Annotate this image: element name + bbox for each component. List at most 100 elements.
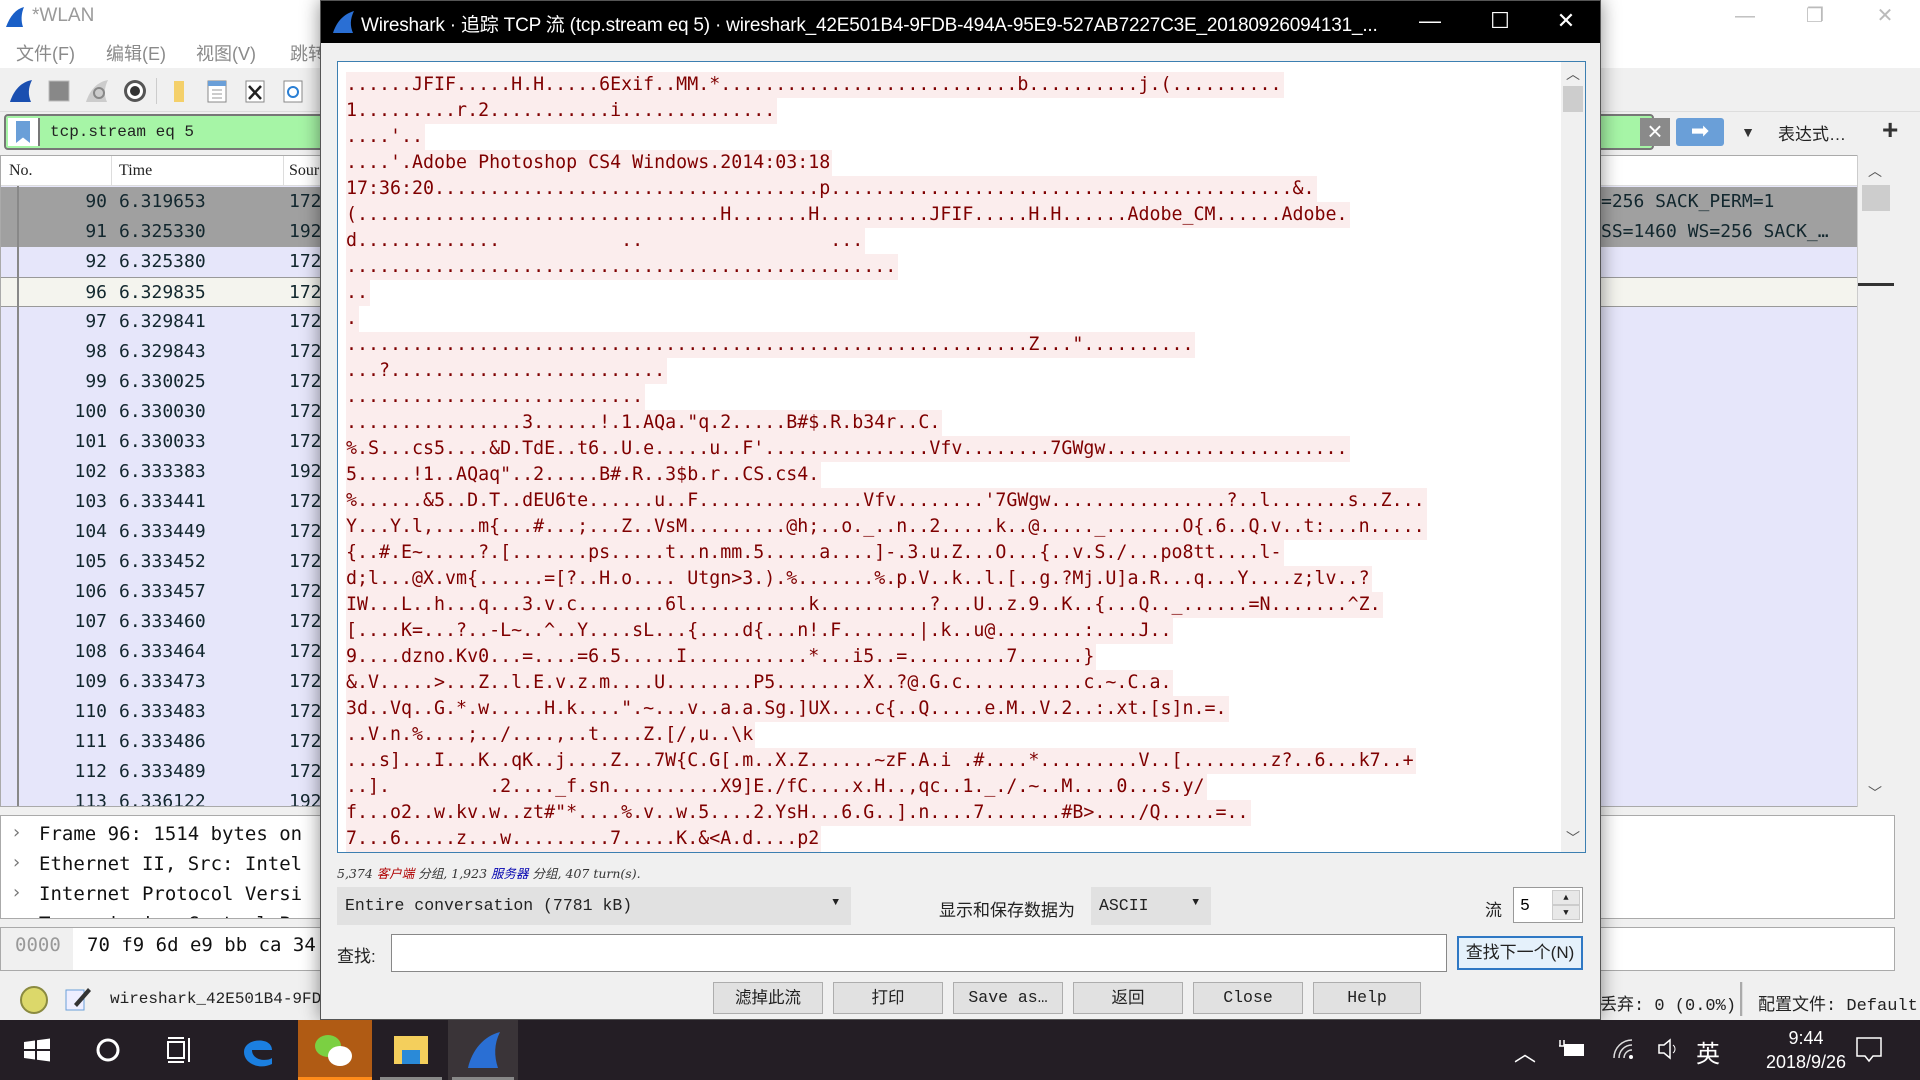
stream-number-value[interactable]: 5 (1520, 896, 1530, 915)
main-close-button[interactable]: ✕ (1850, 0, 1920, 34)
save-file-icon[interactable] (204, 78, 230, 104)
find-input[interactable] (391, 934, 1447, 972)
dialog-title-bar: Wireshark · 追踪 TCP 流 (tcp.stream eq 5) ·… (321, 1, 1600, 43)
menu-view[interactable]: 视图(V) (196, 40, 256, 66)
packet-source: 172 (289, 611, 322, 632)
packet-source: 172 (289, 371, 322, 392)
wifi-icon[interactable] (1610, 1036, 1636, 1062)
expand-arrow-icon[interactable]: › (11, 852, 22, 873)
packet-list-scrollbar[interactable]: ︿ ﹀ (1857, 155, 1895, 807)
action-center-icon[interactable] (1854, 1034, 1884, 1064)
capture-options-icon[interactable] (122, 78, 148, 104)
stream-line: 17:36:20................................… (346, 176, 1317, 202)
packet-source: 192 (289, 221, 322, 242)
spin-down-icon[interactable]: ▼ (1552, 905, 1580, 920)
wechat-taskbar-button[interactable] (298, 1020, 372, 1080)
input-method-indicator[interactable]: 英 (1696, 1034, 1720, 1069)
help-button[interactable]: Help (1313, 982, 1421, 1014)
task-view-icon[interactable] (164, 1020, 194, 1080)
battery-icon[interactable] (1558, 1038, 1586, 1062)
client-label: 客户端 (376, 866, 415, 881)
menu-edit[interactable]: 编辑(E) (106, 40, 166, 66)
start-menu-icon[interactable] (20, 1020, 54, 1080)
restart-capture-icon[interactable] (84, 78, 110, 104)
edge-browser-icon[interactable] (236, 1020, 280, 1080)
column-header-time[interactable]: Time (119, 162, 152, 180)
find-label: 查找: (337, 947, 376, 966)
add-filter-button-icon[interactable]: + (1882, 114, 1898, 146)
packet-time: 6.329841 (119, 311, 206, 332)
filter-bookmark-icon[interactable] (8, 118, 40, 146)
clock-time[interactable]: 9:44 (1758, 1028, 1854, 1049)
dropdown-arrow-icon: ▼ (1192, 897, 1199, 909)
packet-no: 101 (74, 431, 107, 452)
wireshark-logo-icon (333, 11, 354, 33)
column-header-no[interactable]: No. (9, 162, 33, 180)
status-separator (1740, 982, 1743, 1016)
dialog-maximize-button[interactable]: ☐ (1465, 1, 1535, 43)
stop-capture-icon[interactable] (46, 78, 72, 104)
stream-line: .. (346, 280, 371, 306)
scroll-thumb[interactable] (1563, 86, 1583, 112)
open-file-icon[interactable] (166, 78, 192, 104)
file-explorer-icon (394, 1036, 428, 1064)
main-minimize-button[interactable]: — (1710, 0, 1780, 34)
back-button[interactable]: 返回 (1073, 982, 1183, 1014)
turns-count: 407 turn(s). (565, 866, 641, 881)
wireshark-logo-icon (6, 7, 24, 27)
conversation-select[interactable]: Entire conversation (7781 kB) ▼ (337, 887, 851, 925)
close-file-icon[interactable] (242, 78, 268, 104)
filter-clear-icon[interactable]: × (1640, 118, 1670, 146)
scroll-down-icon[interactable]: ﹀ (1561, 828, 1585, 850)
save-as-button[interactable]: Save as… (953, 982, 1063, 1014)
data-format-select[interactable]: ASCII ▼ (1091, 887, 1211, 925)
packet-time: 6.330033 (119, 431, 206, 452)
stream-content-view[interactable]: ......JFIF.....H.H.....6Exif..MM.*......… (337, 61, 1586, 853)
stream-number-spinbox[interactable]: 5 ▲ ▼ (1513, 887, 1583, 923)
start-capture-icon[interactable] (8, 78, 34, 104)
status-profile[interactable]: 配置文件: Default (1758, 990, 1918, 1016)
main-window-title: *WLAN (32, 5, 95, 26)
volume-icon[interactable] (1656, 1036, 1682, 1062)
column-header-source[interactable]: Sour (289, 162, 319, 180)
packet-time: 6.333460 (119, 611, 206, 632)
filter-expression-button[interactable]: 表达式… (1778, 120, 1846, 145)
capture-comment-icon[interactable] (64, 984, 92, 1012)
main-restore-button[interactable]: ❐ (1780, 0, 1850, 34)
packet-no: 92 (85, 251, 107, 272)
cortana-icon[interactable] (90, 1020, 126, 1080)
filter-apply-icon[interactable]: ➡ (1676, 118, 1724, 146)
stream-line: d............. .. ... (346, 228, 866, 254)
wireshark-taskbar-button[interactable] (448, 1020, 518, 1080)
spin-up-icon[interactable]: ▲ (1552, 890, 1580, 905)
stream-line: ...?......................... (346, 358, 668, 384)
expand-arrow-icon[interactable]: › (11, 822, 22, 843)
stream-line: (.................................H.....… (346, 202, 1350, 228)
find-next-button[interactable]: 查找下一个(N) (1457, 936, 1583, 970)
scroll-up-icon[interactable]: ︿ (1561, 64, 1585, 86)
show-hidden-icons-icon[interactable]: ︿ (1514, 1036, 1536, 1068)
file-explorer-taskbar-button[interactable] (376, 1020, 446, 1080)
reload-file-icon[interactable] (280, 78, 306, 104)
expand-arrow-icon[interactable]: › (11, 912, 22, 918)
dialog-minimize-button[interactable]: — (1395, 1, 1465, 43)
display-filter-value[interactable]: tcp.stream eq 5 (50, 123, 194, 141)
stream-scrollbar[interactable]: ︿ ﹀ (1561, 62, 1585, 852)
menu-file[interactable]: 文件(F) (16, 40, 75, 66)
packet-time: 6.333452 (119, 551, 206, 572)
expert-info-led-icon[interactable] (20, 986, 48, 1014)
stream-line: ....'.. (346, 124, 426, 150)
packet-source: 172 (289, 191, 322, 212)
packet-no: 105 (74, 551, 107, 572)
packet-info: =256 SACK_PERM=1 (1601, 191, 1775, 212)
packets-word: 分组, (532, 866, 562, 881)
stream-text[interactable]: ......JFIF.....H.H.....6Exif..MM.*......… (346, 72, 1556, 852)
stream-line: 5.....!1..AQaq"..2.....B#.R..3$b.r..CS.c… (346, 462, 822, 488)
filter-history-dropdown-icon[interactable]: ▼ (1733, 118, 1763, 146)
close-button[interactable]: Close (1193, 982, 1303, 1014)
dialog-close-button[interactable]: ✕ (1531, 1, 1601, 43)
packet-time: 6.333486 (119, 731, 206, 752)
filter-out-stream-button[interactable]: 滤掉此流 (713, 982, 823, 1014)
expand-arrow-icon[interactable]: › (11, 882, 22, 903)
print-button[interactable]: 打印 (833, 982, 943, 1014)
